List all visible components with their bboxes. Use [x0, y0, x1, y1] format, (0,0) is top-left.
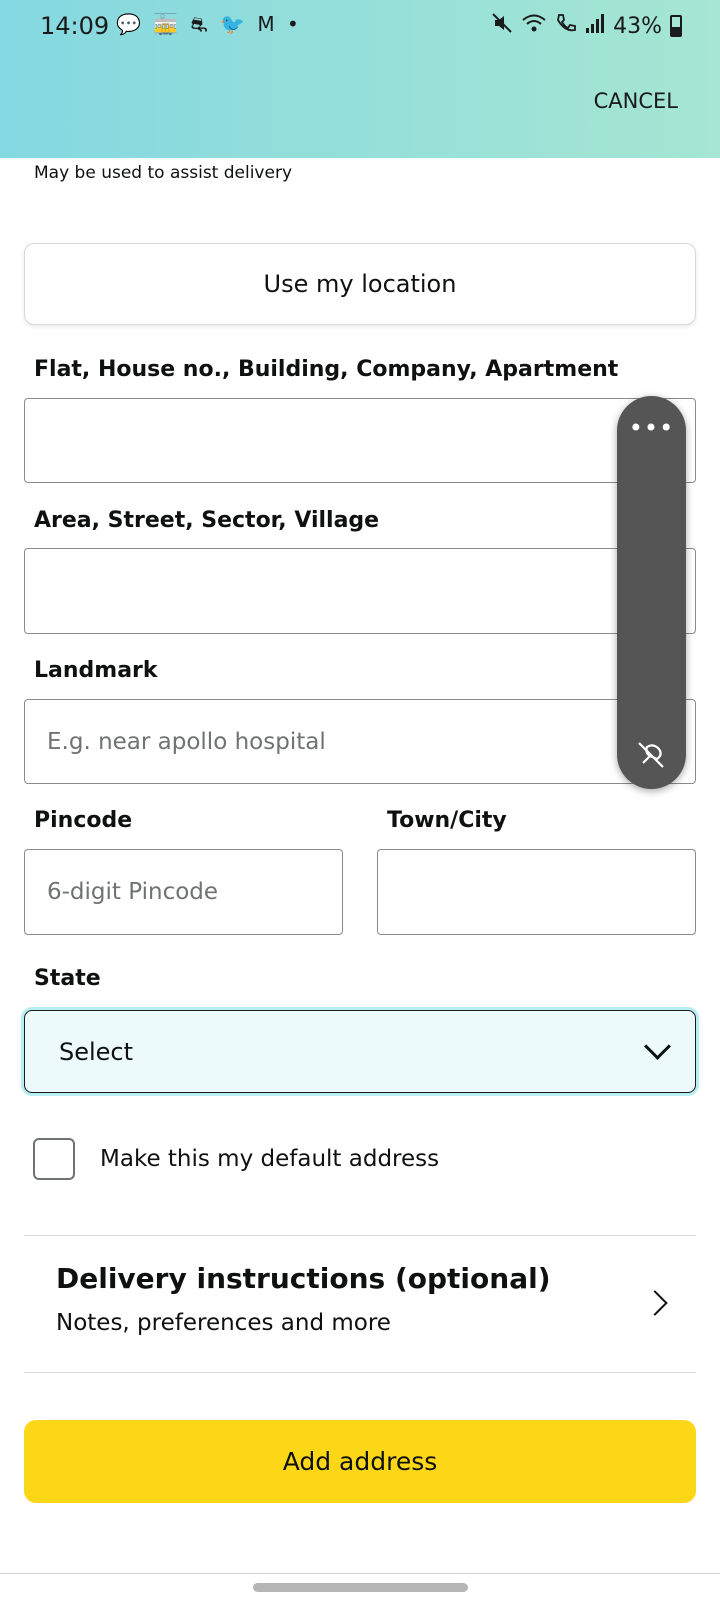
default-address-label: Make this my default address	[100, 1146, 440, 1172]
wifi-call-icon	[555, 12, 577, 40]
delivery-instructions-subtitle: Notes, preferences and more	[56, 1310, 391, 1336]
status-time: 14:09	[40, 12, 110, 40]
area-input[interactable]	[24, 548, 696, 634]
more-options-icon[interactable]: •••	[617, 414, 686, 442]
top-header: 14:09 💬 🚋 ⛐ 🐦 M • 43% CANCEL	[0, 0, 720, 158]
pincode-input[interactable]: 6-digit Pincode	[24, 849, 343, 935]
status-right: 43%	[491, 12, 682, 40]
unpin-icon[interactable]	[633, 737, 669, 773]
city-label: Town/City	[387, 808, 507, 833]
flat-label: Flat, House no., Building, Company, Apar…	[34, 357, 619, 382]
wifi-icon	[521, 12, 547, 40]
delivery-instructions-title: Delivery instructions (optional)	[56, 1262, 551, 1295]
divider-bottom	[24, 1372, 696, 1373]
delivery-instructions-row[interactable]: Delivery instructions (optional) Notes, …	[24, 1236, 696, 1372]
city-input[interactable]	[377, 849, 696, 935]
pincode-label: Pincode	[34, 808, 133, 833]
floating-tool-panel[interactable]: •••	[617, 396, 686, 789]
chevron-right-icon	[642, 1290, 668, 1316]
default-address-checkbox[interactable]	[33, 1138, 75, 1180]
battery-percent: 43%	[613, 13, 662, 39]
signal-icon	[585, 12, 605, 40]
delivery-hint-text: May be used to assist delivery	[34, 163, 293, 183]
battery-icon	[670, 15, 682, 37]
state-label: State	[34, 966, 101, 991]
use-my-location-button[interactable]: Use my location	[24, 243, 696, 325]
add-address-button[interactable]: Add address	[24, 1420, 696, 1503]
mute-icon	[491, 12, 513, 40]
state-dropdown[interactable]: Select	[24, 1010, 696, 1093]
flat-input[interactable]	[24, 398, 696, 483]
area-label: Area, Street, Sector, Village	[34, 508, 380, 533]
landmark-label: Landmark	[34, 658, 158, 683]
chevron-down-icon	[644, 1033, 671, 1060]
nav-divider	[0, 1573, 720, 1574]
home-indicator[interactable]	[253, 1583, 468, 1592]
cancel-button[interactable]: CANCEL	[594, 89, 678, 113]
state-selected-value: Select	[59, 1037, 134, 1066]
landmark-input[interactable]: E.g. near apollo hospital	[24, 699, 696, 784]
notification-icons: 💬 🚋 ⛐ 🐦 M •	[116, 12, 302, 36]
